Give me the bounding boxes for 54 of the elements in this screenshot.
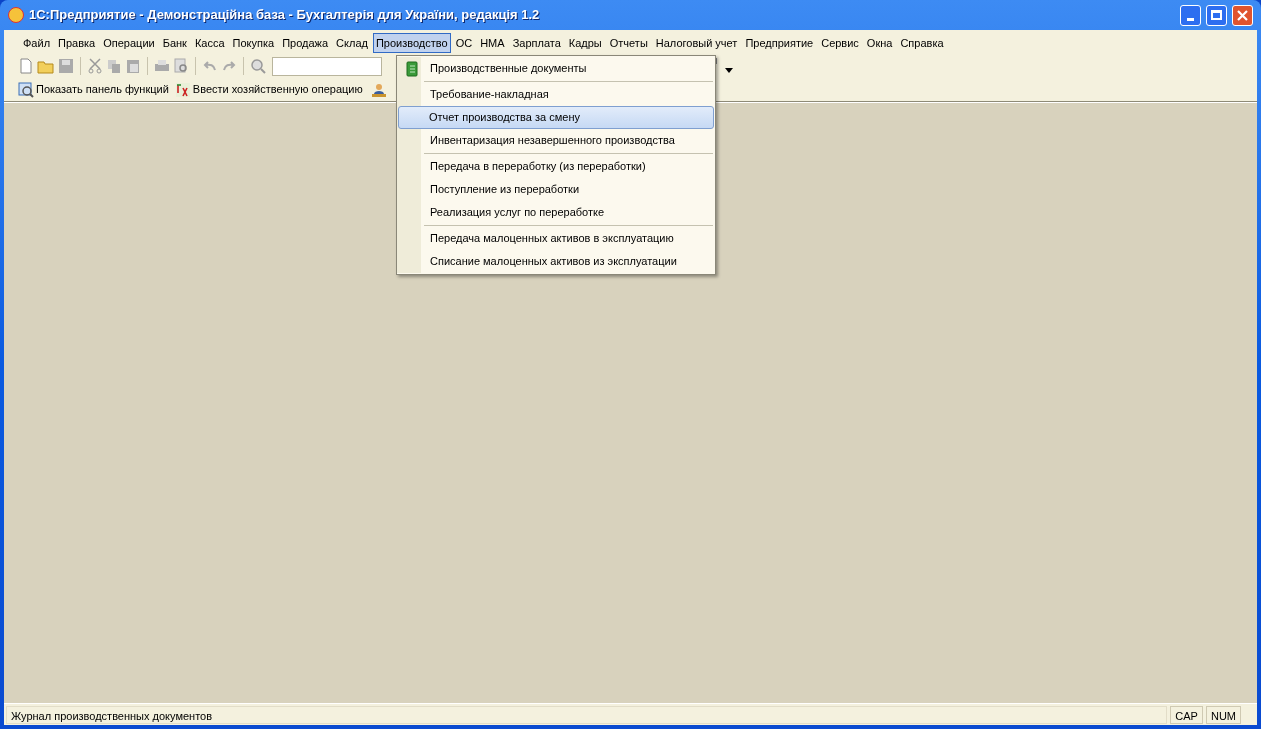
save-icon[interactable] bbox=[58, 58, 74, 74]
menu-item[interactable]: Продажа bbox=[279, 32, 332, 54]
menu-option[interactable]: Списание малоценных активов из эксплуатации bbox=[398, 250, 714, 273]
menu-option[interactable]: Отчет производства за смену bbox=[398, 106, 714, 129]
copy-icon[interactable] bbox=[106, 58, 122, 74]
menu-item[interactable]: Правка bbox=[55, 32, 99, 54]
menu-item[interactable]: Производство bbox=[372, 32, 451, 54]
menu-item[interactable]: Склад bbox=[333, 32, 371, 54]
scissors-icon[interactable] bbox=[87, 58, 103, 74]
menu-item[interactable]: Файл bbox=[20, 32, 54, 54]
dt-kt-icon bbox=[174, 81, 191, 98]
menu-item[interactable]: Окна bbox=[863, 32, 896, 54]
menu-option[interactable]: Требование-накладная bbox=[398, 83, 714, 106]
menu-item[interactable]: Касса bbox=[191, 32, 228, 54]
menu-item[interactable]: Налоговый учет bbox=[652, 32, 741, 54]
minimize-button[interactable] bbox=[1180, 4, 1201, 26]
keyboard-indicator: CAP bbox=[1170, 705, 1203, 724]
menu-option[interactable]: Реализация услуг по переработке bbox=[398, 201, 714, 224]
menu-item[interactable]: НМА bbox=[477, 32, 508, 54]
book-icon bbox=[406, 60, 418, 77]
search-icon[interactable] bbox=[250, 58, 266, 74]
menu-option[interactable]: Передача малоценных активов в эксплуатацию bbox=[398, 227, 714, 250]
menu-option[interactable]: Передача в переработку (из переработки) bbox=[398, 155, 714, 178]
menu-item[interactable]: Зарплата bbox=[509, 32, 564, 54]
show-panel-button[interactable]: Показать панель функций bbox=[18, 81, 169, 98]
menu-item[interactable]: Покупка bbox=[229, 32, 278, 54]
menu-item[interactable]: Справка bbox=[897, 32, 947, 54]
menu-option[interactable]: Поступление из переработки bbox=[398, 178, 714, 201]
app-logo-icon bbox=[8, 7, 24, 23]
paste-icon[interactable] bbox=[125, 58, 141, 74]
menu-item[interactable]: Предприятие bbox=[742, 32, 817, 54]
printer-icon[interactable] bbox=[154, 58, 170, 74]
enter-operation-button[interactable]: Ввести хозяйственную операцию bbox=[174, 81, 363, 98]
preview-icon[interactable] bbox=[173, 58, 189, 74]
maximize-button[interactable] bbox=[1206, 4, 1227, 26]
menu-item[interactable]: Сервис bbox=[818, 32, 862, 54]
menu-item[interactable]: Операции bbox=[100, 32, 158, 54]
window-title: 1С:Предприятие - Демонстраційна база - Бухгалтерія для України, редакція 1.2 bbox=[29, 6, 540, 25]
close-button[interactable] bbox=[1232, 4, 1253, 26]
menu-option[interactable]: Инвентаризация незавершенного производства bbox=[398, 129, 714, 152]
dropdown-arrow-icon[interactable] bbox=[725, 67, 733, 73]
status-message: Журнал производственных документов bbox=[6, 705, 1168, 724]
person-at-desk-icon[interactable] bbox=[370, 81, 387, 98]
menu-item[interactable]: ОС bbox=[452, 32, 476, 54]
close-icon bbox=[1237, 9, 1248, 21]
search-field[interactable] bbox=[272, 56, 382, 76]
new-document-icon[interactable] bbox=[18, 58, 34, 74]
menu-item[interactable]: Кадры bbox=[565, 32, 605, 54]
keyboard-indicator: NUM bbox=[1205, 705, 1241, 724]
folder-icon[interactable] bbox=[37, 58, 55, 74]
magnifier-panel-icon bbox=[18, 81, 34, 98]
menu-item[interactable]: Банк bbox=[159, 32, 190, 54]
menu-option[interactable]: Производственные документы bbox=[398, 57, 714, 80]
menu-item[interactable]: Отчеты bbox=[606, 32, 651, 54]
